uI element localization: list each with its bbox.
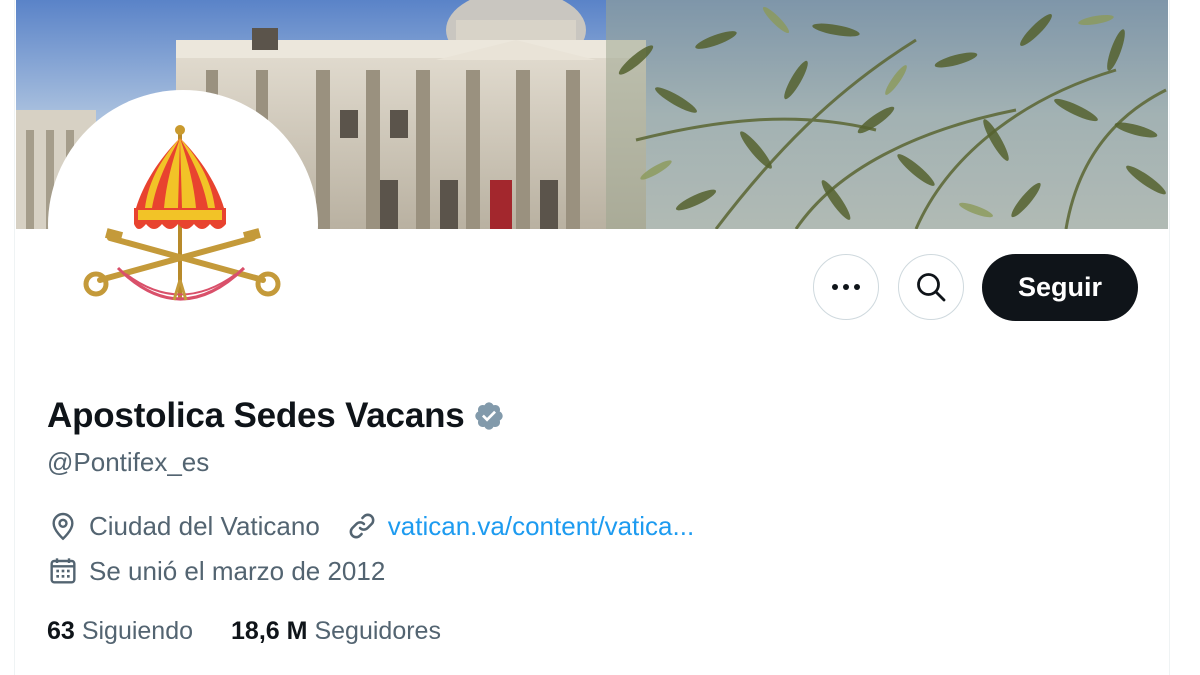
display-name: Apostolica Sedes Vacans bbox=[47, 396, 465, 435]
follow-stats: 63 Siguiendo 18,6 M Seguidores bbox=[47, 617, 441, 646]
profile-meta-row: Ciudad del Vaticano vatican.va/content/v… bbox=[47, 510, 694, 542]
map-pin-icon bbox=[47, 510, 79, 542]
profile-handle: @Pontifex_es bbox=[47, 447, 210, 477]
following-stat[interactable]: 63 Siguiendo bbox=[47, 617, 193, 646]
joined-date-text: Se unió el marzo de 2012 bbox=[89, 555, 386, 586]
following-count: 63 bbox=[47, 617, 75, 645]
joined-row: Se unió el marzo de 2012 bbox=[47, 555, 385, 587]
followers-count: 18,6 M bbox=[231, 617, 308, 645]
followers-label: Seguidores bbox=[314, 617, 441, 645]
search-icon bbox=[917, 273, 946, 302]
more-options-button[interactable] bbox=[813, 254, 879, 320]
location-item: Ciudad del Vaticano bbox=[47, 510, 320, 542]
profile-avatar[interactable] bbox=[48, 90, 318, 360]
link-icon bbox=[346, 510, 378, 542]
sede-vacante-emblem bbox=[83, 125, 281, 301]
website-link[interactable]: vatican.va/content/vatica... bbox=[388, 511, 694, 542]
verified-badge-icon[interactable] bbox=[473, 400, 505, 432]
location-text: Ciudad del Vaticano bbox=[89, 510, 320, 541]
website-item[interactable]: vatican.va/content/vatica... bbox=[346, 510, 694, 542]
more-horizontal-icon bbox=[832, 284, 860, 290]
search-profile-button[interactable] bbox=[898, 254, 964, 320]
follow-button[interactable]: Seguir bbox=[982, 254, 1138, 321]
following-label: Siguiendo bbox=[81, 617, 194, 645]
calendar-icon bbox=[47, 555, 79, 587]
profile-display-name-row: Apostolica Sedes Vacans bbox=[47, 396, 505, 436]
followers-stat[interactable]: 18,6 M Seguidores bbox=[231, 617, 441, 646]
